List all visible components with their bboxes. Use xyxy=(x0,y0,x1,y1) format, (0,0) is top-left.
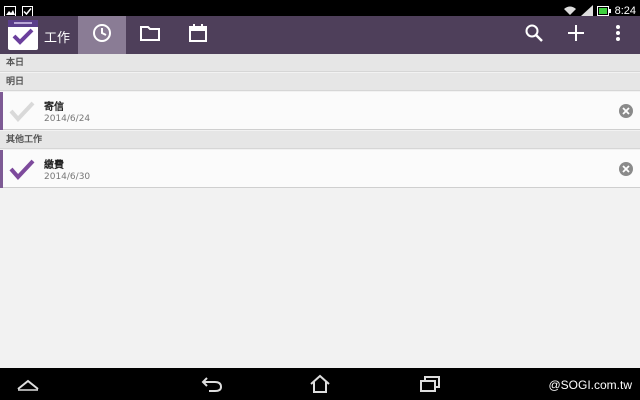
checkmark-icon xyxy=(9,101,35,122)
overflow-menu-icon xyxy=(616,25,620,45)
watermark-text: @SOGI.com.tw xyxy=(548,378,632,392)
task-date: 2014/6/24 xyxy=(44,114,91,124)
search-icon xyxy=(525,24,543,46)
app-title: 工作 xyxy=(44,31,71,46)
section-header-today: 本日 xyxy=(0,54,640,72)
delete-button[interactable] xyxy=(618,161,634,177)
section-header-other: 其他工作 xyxy=(0,131,640,149)
task-accent-bar xyxy=(0,150,3,188)
section-header-tomorrow: 明日 xyxy=(0,73,640,91)
close-icon xyxy=(619,104,633,118)
task-checkbox[interactable] xyxy=(8,98,36,124)
back-button[interactable] xyxy=(194,372,230,396)
task-title: 繳費 xyxy=(44,160,64,171)
recent-apps-button[interactable] xyxy=(412,372,448,396)
app-logo-icon[interactable] xyxy=(8,20,38,50)
add-icon xyxy=(568,25,584,45)
overflow-menu-button[interactable] xyxy=(598,16,638,54)
back-icon xyxy=(201,377,223,392)
delete-button[interactable] xyxy=(618,103,634,119)
home-icon xyxy=(310,374,330,393)
task-date: 2014/6/30 xyxy=(44,172,91,182)
add-button[interactable] xyxy=(556,16,596,54)
calendar-icon xyxy=(189,24,207,46)
recent-apps-icon xyxy=(420,376,440,392)
search-button[interactable] xyxy=(514,16,554,54)
folder-icon xyxy=(140,24,160,46)
checkmark-icon xyxy=(9,159,35,180)
task-title: 寄信 xyxy=(44,102,64,113)
clock-time: 8:24 xyxy=(614,4,636,17)
close-icon xyxy=(619,162,633,176)
status-bar: 8:24 xyxy=(0,0,640,17)
collapse-icon xyxy=(17,379,39,391)
home-button[interactable] xyxy=(302,372,338,396)
task-row[interactable]: 寄信 2014/6/24 xyxy=(0,92,640,130)
collapse-button[interactable] xyxy=(10,372,46,396)
task-checkbox[interactable] xyxy=(8,156,36,182)
action-bar: 工作 xyxy=(0,16,640,54)
task-row[interactable]: 繳費 2014/6/30 xyxy=(0,150,640,188)
tab-folders[interactable] xyxy=(126,16,174,54)
navigation-bar: @SOGI.com.tw xyxy=(0,368,640,400)
task-accent-bar xyxy=(0,92,3,130)
tab-recent[interactable] xyxy=(78,16,126,54)
tab-calendar[interactable] xyxy=(174,16,222,54)
clock-icon xyxy=(92,23,112,47)
